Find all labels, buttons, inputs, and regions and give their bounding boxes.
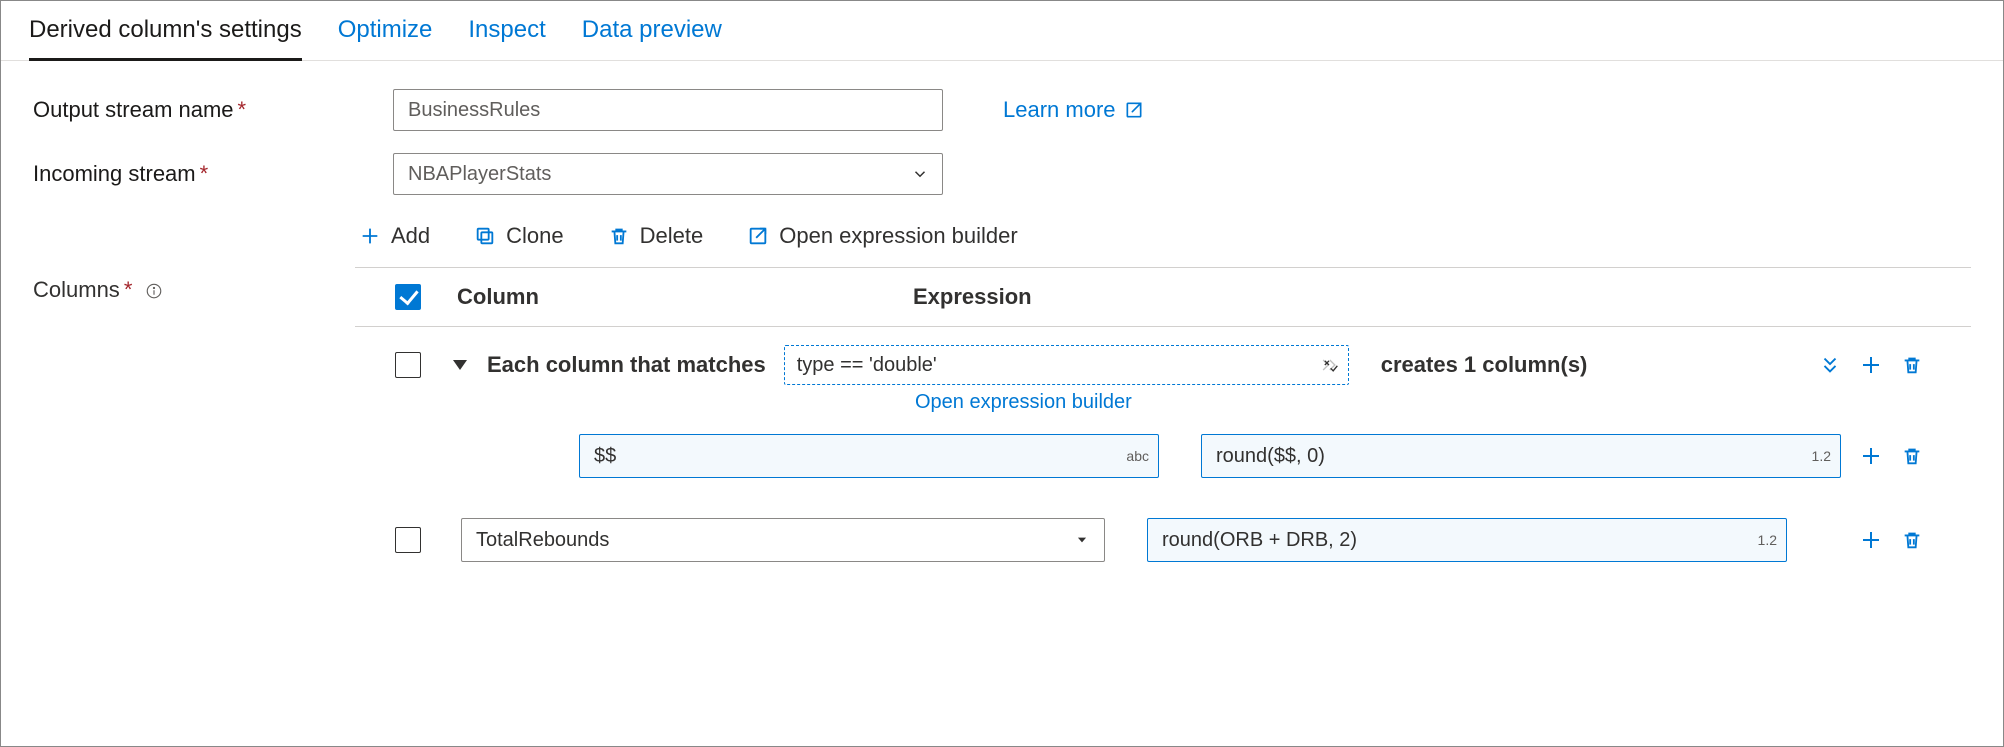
clone-button[interactable]: Clone	[474, 223, 563, 249]
open-expression-builder-button[interactable]: Open expression builder	[747, 223, 1017, 249]
rule1-prefix: Each column that matches	[487, 352, 766, 378]
learn-more-link[interactable]: Learn more	[1003, 97, 1144, 123]
tab-bar: Derived column's settings Optimize Inspe…	[1, 1, 2003, 61]
numeric-type-badge: 1.2	[1812, 448, 1831, 464]
trash-icon	[608, 225, 630, 247]
expression-picker-icon[interactable]	[1319, 355, 1339, 375]
columns-toolbar: Add Clone	[355, 217, 1971, 267]
label-output-stream: Output stream name*	[33, 97, 393, 123]
rule1-expression-input[interactable]	[1201, 434, 1841, 478]
external-link-icon	[1124, 100, 1144, 120]
rule1-sub-delete-icon[interactable]	[1901, 445, 1923, 467]
header-column: Column	[457, 284, 887, 310]
row-output-stream: Output stream name* Learn more	[33, 89, 1971, 131]
rule1-column-name-input[interactable]	[579, 434, 1159, 478]
delete-button[interactable]: Delete	[608, 223, 704, 249]
rule2-checkbox[interactable]	[395, 527, 421, 553]
label-columns: Columns*	[33, 217, 355, 303]
copy-icon	[474, 225, 496, 247]
numeric-type-badge-2: 1.2	[1758, 532, 1777, 548]
rule1-suffix: creates 1 column(s)	[1381, 352, 1588, 378]
tab-settings[interactable]: Derived column's settings	[29, 4, 302, 61]
select-all-checkbox[interactable]	[395, 284, 421, 310]
add-button[interactable]: Add	[359, 223, 430, 249]
label-incoming-stream: Incoming stream*	[33, 161, 393, 187]
rule2-expression-input[interactable]	[1147, 518, 1787, 562]
rule1-checkbox[interactable]	[395, 352, 421, 378]
rule1-sub-add-icon[interactable]	[1859, 444, 1883, 468]
open-builder-icon	[747, 225, 769, 247]
rule1-add-icon[interactable]	[1859, 353, 1883, 377]
plus-icon	[359, 225, 381, 247]
expand-caret-icon[interactable]	[453, 360, 467, 370]
columns-header-row: Column Expression	[355, 268, 1971, 327]
rule1-delete-icon[interactable]	[1901, 354, 1923, 376]
incoming-stream-select[interactable]	[393, 153, 943, 195]
dropdown-caret-icon	[1075, 533, 1089, 547]
tab-data-preview[interactable]: Data preview	[582, 4, 722, 61]
collapse-double-chevron-icon[interactable]	[1819, 354, 1841, 376]
header-expression: Expression	[913, 284, 1032, 310]
rule1-condition-input[interactable]	[784, 345, 1349, 385]
rule1-open-expression-link[interactable]: Open expression builder	[915, 389, 1971, 428]
tab-inspect[interactable]: Inspect	[468, 4, 545, 61]
tab-optimize[interactable]: Optimize	[338, 4, 433, 61]
rule2-add-icon[interactable]	[1859, 528, 1883, 552]
output-stream-input[interactable]	[393, 89, 943, 131]
rule-row-2: 1.2	[355, 512, 1971, 568]
rule1-sub-row: abc 1.2	[355, 428, 1971, 484]
rule2-delete-icon[interactable]	[1901, 529, 1923, 551]
row-incoming-stream: Incoming stream*	[33, 153, 1971, 195]
rule-row-1: Each column that matches creates 1 colum…	[355, 327, 1971, 389]
info-icon[interactable]	[145, 282, 163, 300]
abc-type-badge: abc	[1126, 448, 1149, 464]
rule2-column-name-select[interactable]	[461, 518, 1105, 562]
